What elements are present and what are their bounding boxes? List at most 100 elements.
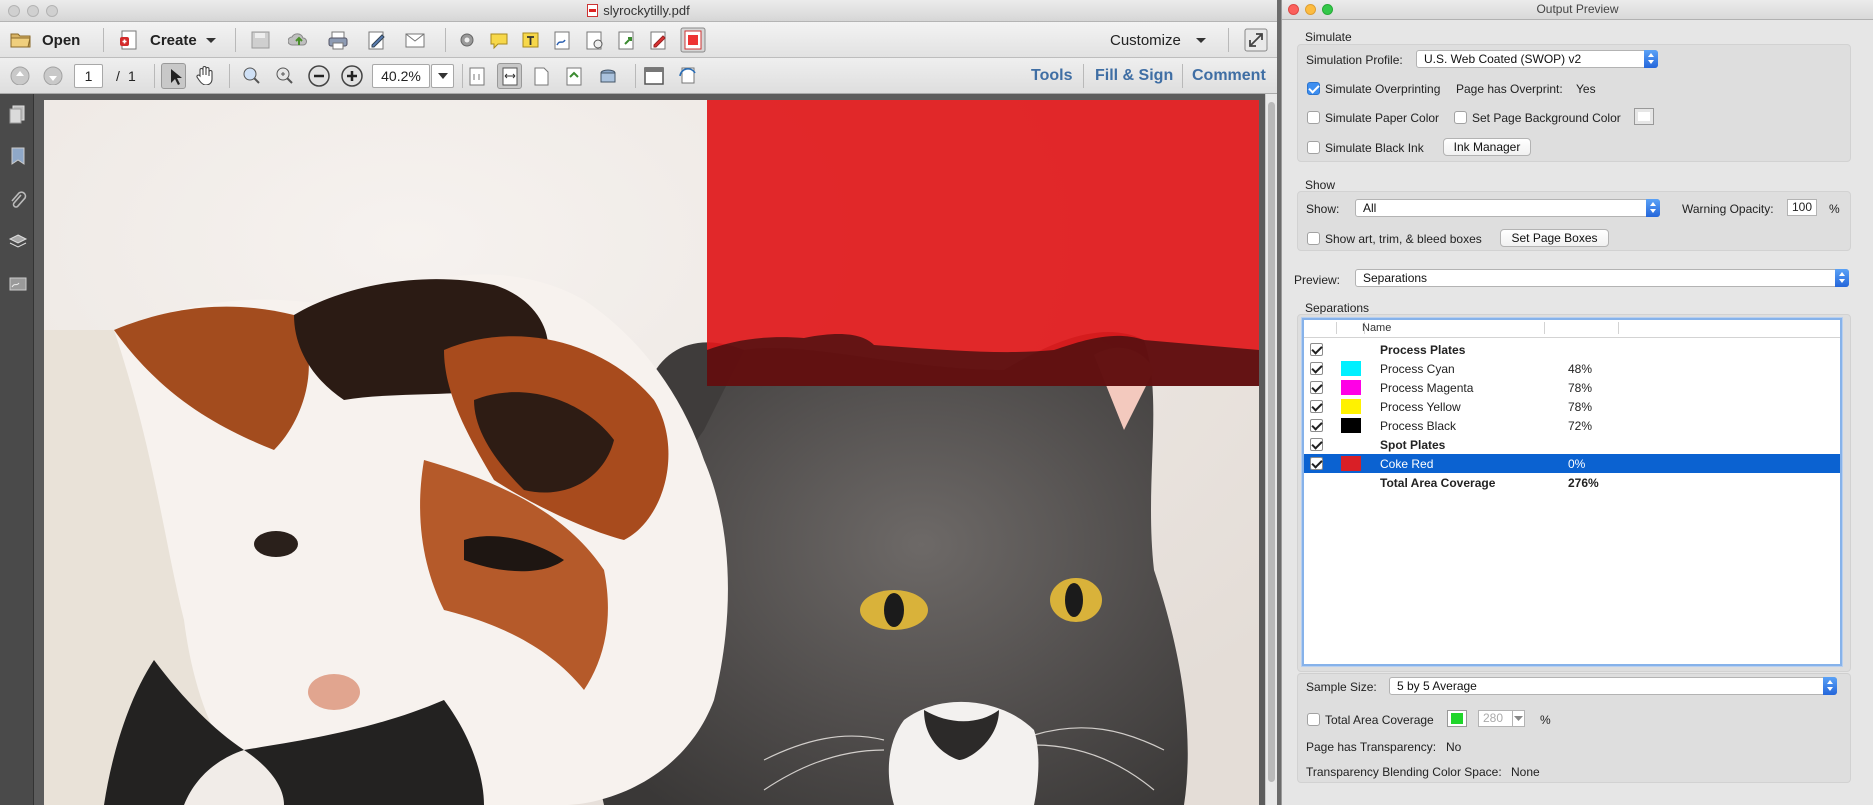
actual-size-icon[interactable]: [466, 66, 488, 86]
sign-icon[interactable]: [552, 30, 574, 50]
save-icon[interactable]: [250, 30, 272, 50]
separation-row-process-magenta[interactable]: Process Magenta 78%: [1304, 378, 1840, 397]
rotate-view-icon[interactable]: [677, 65, 699, 85]
export-icon[interactable]: [616, 30, 638, 50]
total-area-coverage-checkbox[interactable]: [1307, 713, 1320, 726]
fit-page-icon[interactable]: [530, 66, 552, 86]
separation-row-process-yellow[interactable]: Process Yellow 78%: [1304, 397, 1840, 416]
edit-pdf-icon[interactable]: [648, 30, 670, 50]
select-tool-button[interactable]: [161, 63, 186, 89]
separation-row-process-black[interactable]: Process Black 72%: [1304, 416, 1840, 435]
separation-visibility-checkbox[interactable]: [1310, 362, 1323, 375]
warning-opacity-input[interactable]: 100: [1787, 199, 1817, 216]
customize-button[interactable]: Customize: [1110, 27, 1207, 53]
sample-size-value: 5 by 5 Average: [1397, 679, 1477, 693]
single-page-view-icon[interactable]: [643, 65, 665, 85]
zoom-in-icon[interactable]: [340, 64, 364, 88]
green-swatch: [1451, 713, 1463, 724]
output-preview-icon[interactable]: [680, 27, 706, 53]
attachments-icon[interactable]: [8, 190, 28, 212]
separation-name: Process Yellow: [1380, 400, 1461, 414]
comment-tab[interactable]: Comment: [1192, 67, 1266, 85]
scrolling-mode-icon[interactable]: [563, 66, 585, 86]
marquee-zoom-icon[interactable]: [240, 65, 262, 85]
separations-table-header: Name: [1304, 320, 1840, 338]
separation-row-process-cyan[interactable]: Process Cyan 48%: [1304, 359, 1840, 378]
separation-visibility-checkbox[interactable]: [1310, 343, 1323, 356]
print-icon[interactable]: [327, 30, 349, 50]
zoom-dropdown[interactable]: [431, 64, 454, 88]
coverage-color-swatch[interactable]: [1447, 710, 1467, 727]
separation-name: Spot Plates: [1380, 438, 1446, 452]
folder-icon: [10, 33, 31, 48]
show-select[interactable]: All: [1355, 199, 1660, 217]
separation-row-process-plates[interactable]: Process Plates: [1304, 340, 1840, 359]
preview-select[interactable]: Separations: [1355, 269, 1849, 287]
zoom-panel-button[interactable]: [1322, 4, 1333, 15]
show-label: Show:: [1306, 202, 1340, 216]
gear-icon[interactable]: [456, 30, 478, 50]
scrollbar-thumb[interactable]: [1268, 102, 1275, 782]
separation-visibility-checkbox[interactable]: [1310, 457, 1323, 470]
sample-size-select[interactable]: 5 by 5 Average: [1389, 677, 1837, 695]
separation-visibility-checkbox[interactable]: [1310, 438, 1323, 451]
expand-icon[interactable]: [1244, 28, 1268, 52]
set-page-boxes-button[interactable]: Set Page Boxes: [1500, 229, 1609, 247]
yellow-swatch: [1341, 399, 1361, 414]
cloud-upload-icon[interactable]: [288, 30, 310, 50]
simulate-paper-color-checkbox[interactable]: [1307, 111, 1320, 124]
page-background-color-checkbox[interactable]: [1454, 111, 1467, 124]
simulate-group-label: Simulate: [1305, 30, 1352, 44]
show-boxes-checkbox[interactable]: [1307, 232, 1320, 245]
separation-visibility-checkbox[interactable]: [1310, 381, 1323, 394]
toolbar-divider: [229, 64, 230, 88]
email-icon[interactable]: [404, 30, 426, 50]
open-button[interactable]: Open: [9, 27, 80, 53]
next-page-icon[interactable]: [42, 65, 64, 85]
create-button[interactable]: Create: [118, 27, 217, 53]
total-area-coverage-input[interactable]: 280: [1478, 710, 1514, 727]
bookmarks-icon[interactable]: [8, 146, 28, 168]
signatures-icon[interactable]: [8, 274, 28, 296]
fill-and-sign-tab[interactable]: Fill & Sign: [1095, 67, 1173, 85]
name-column-header[interactable]: Name: [1362, 322, 1391, 334]
zoom-out-icon[interactable]: [307, 64, 331, 88]
previous-page-icon[interactable]: [9, 65, 31, 85]
page-background-color-swatch[interactable]: [1634, 108, 1654, 125]
read-mode-icon[interactable]: [597, 66, 619, 86]
highlight-text-icon[interactable]: [520, 30, 542, 50]
separation-row-spot-plates[interactable]: Spot Plates: [1304, 435, 1840, 454]
coverage-dropdown[interactable]: [1512, 710, 1525, 727]
minimize-panel-button[interactable]: [1305, 4, 1316, 15]
toolbar-divider: [462, 64, 463, 88]
comment-icon[interactable]: [488, 30, 510, 50]
zoom-level-input[interactable]: 40.2%: [372, 64, 430, 88]
has-overprint-label: Page has Overprint:: [1456, 82, 1563, 96]
open-label: Open: [42, 31, 81, 49]
separation-row-total-area-coverage[interactable]: Total Area Coverage 276%: [1304, 473, 1840, 492]
separation-visibility-checkbox[interactable]: [1310, 400, 1323, 413]
select-arrows-icon: [1644, 50, 1658, 68]
hand-tool-icon[interactable]: [194, 65, 216, 85]
page-number-input[interactable]: 1: [74, 64, 103, 88]
simulation-profile-select[interactable]: U.S. Web Coated (SWOP) v2: [1416, 50, 1658, 68]
fit-width-button[interactable]: [497, 63, 522, 89]
edit-document-icon[interactable]: [366, 30, 388, 50]
vertical-scrollbar[interactable]: [1265, 94, 1277, 805]
close-panel-button[interactable]: [1288, 4, 1299, 15]
page-thumbnails-icon[interactable]: [8, 104, 28, 126]
has-overprint-value: Yes: [1576, 82, 1596, 96]
page-transparency-value: No: [1446, 740, 1462, 754]
simulate-overprinting-checkbox[interactable]: [1307, 82, 1320, 95]
separation-visibility-checkbox[interactable]: [1310, 419, 1323, 432]
separation-coverage: 78%: [1568, 381, 1593, 395]
pdf-page: [44, 100, 1259, 805]
simulate-black-ink-checkbox[interactable]: [1307, 141, 1320, 154]
layers-icon[interactable]: [8, 232, 28, 254]
tools-tab[interactable]: Tools: [1031, 67, 1072, 85]
ink-manager-button[interactable]: Ink Manager: [1443, 138, 1531, 156]
blending-color-space-label: Transparency Blending Color Space:: [1306, 765, 1502, 779]
compare-document-icon[interactable]: [584, 30, 606, 50]
separation-row-coke-red[interactable]: Coke Red 0%: [1304, 454, 1840, 473]
dynamic-zoom-icon[interactable]: [273, 65, 295, 85]
